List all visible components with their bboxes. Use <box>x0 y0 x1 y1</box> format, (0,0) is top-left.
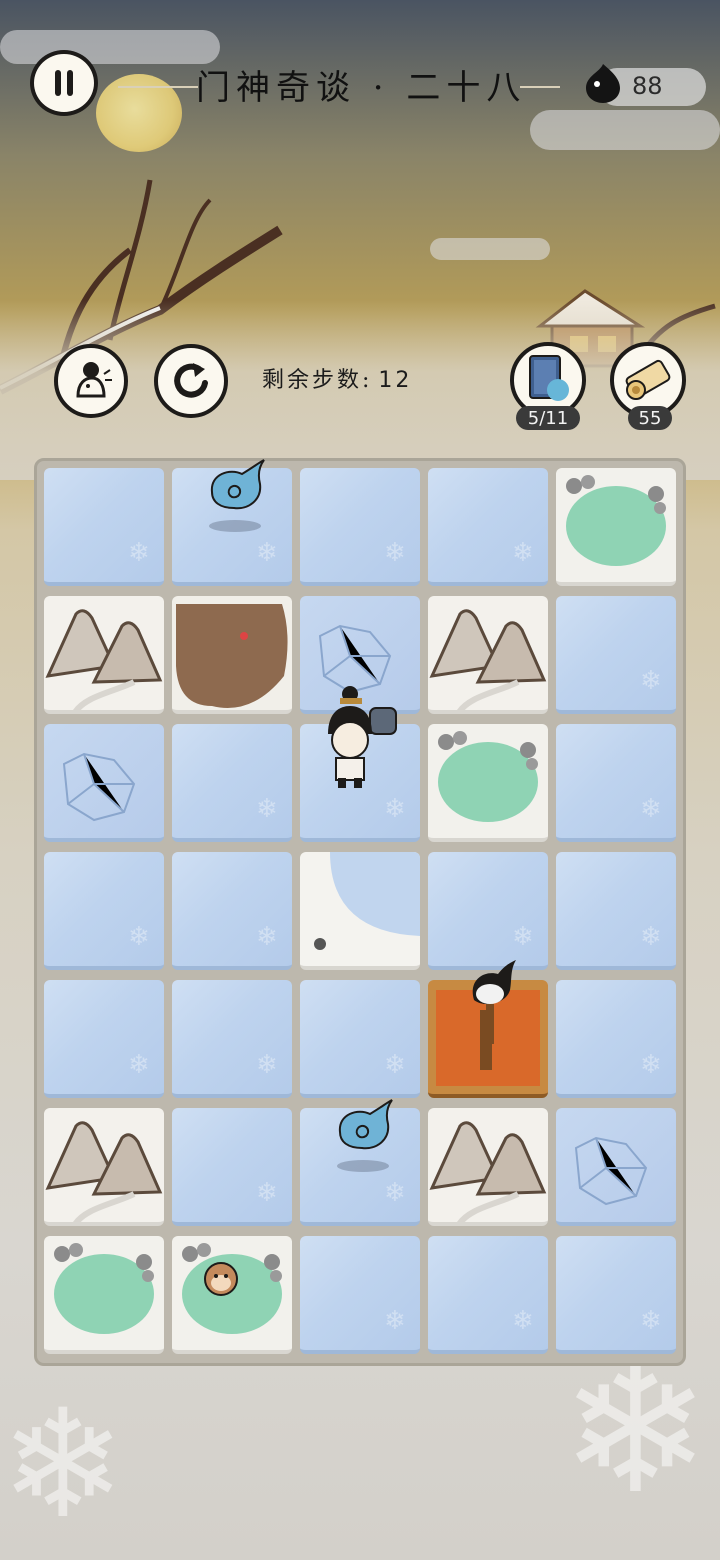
board-tile-pond[interactable] <box>428 724 548 842</box>
piece-player-doorgod[interactable] <box>318 684 402 798</box>
piece-monkey[interactable] <box>196 1254 246 1308</box>
remaining-steps: 剩余步数: 12 <box>262 362 412 394</box>
cloud <box>0 30 220 64</box>
board-tile-snow[interactable] <box>300 852 420 970</box>
board-tile-ice[interactable] <box>556 1236 676 1354</box>
board-tile-cracked-ice[interactable] <box>556 1108 676 1226</box>
board-tile-cracked-ice[interactable] <box>44 724 164 842</box>
board-tile-ice[interactable] <box>44 980 164 1098</box>
piece-ink-ghost-torch[interactable] <box>454 960 524 1054</box>
board-tile-mountain[interactable] <box>428 596 548 714</box>
scroll-count: 55 <box>628 406 672 430</box>
board-tile-ice[interactable] <box>300 980 420 1098</box>
currency-value: 88 <box>632 72 663 100</box>
cloud <box>530 110 720 150</box>
board-tile-ice[interactable] <box>428 1236 548 1354</box>
board-tile-ice[interactable] <box>172 980 292 1098</box>
board-tile-mountain[interactable] <box>44 1108 164 1226</box>
scroll-icon <box>625 359 671 400</box>
pause-button[interactable] <box>30 50 98 116</box>
ink-drop-icon <box>586 64 620 103</box>
board-tile-ice[interactable] <box>44 468 164 586</box>
board-tile-ice[interactable] <box>428 468 548 586</box>
steps-value: 12 <box>378 368 413 393</box>
pause-icon <box>55 70 73 96</box>
restart-button[interactable] <box>154 344 228 418</box>
board-tile-ice[interactable] <box>300 1236 420 1354</box>
piece-blue-spirit[interactable] <box>200 458 270 538</box>
hint-button[interactable] <box>54 344 128 418</box>
board-tile-ice[interactable] <box>556 980 676 1098</box>
board-tile-pond[interactable] <box>44 1236 164 1354</box>
level-title: 门神奇谈 · 二十八 <box>196 68 527 108</box>
board-tile-ice[interactable] <box>44 852 164 970</box>
title-divider <box>520 86 560 88</box>
board-tile-mountain[interactable] <box>44 596 164 714</box>
book-icon <box>529 355 569 401</box>
board-tile-ice[interactable] <box>172 724 292 842</box>
book-count: 5/11 <box>516 406 580 430</box>
piece-blue-spirit[interactable] <box>328 1098 398 1178</box>
board-tile-ice[interactable] <box>172 1108 292 1226</box>
snowflake-decoration: ❄ <box>0 1378 126 1552</box>
steps-label: 剩余步数: <box>262 368 373 393</box>
board-tile-ice[interactable] <box>428 852 548 970</box>
cloud <box>430 238 550 260</box>
board-tile-ice[interactable] <box>556 724 676 842</box>
board-tile-ice[interactable] <box>172 852 292 970</box>
board-tile-ice[interactable] <box>556 596 676 714</box>
title-divider <box>118 86 198 88</box>
doorgod-face-icon <box>76 362 112 398</box>
board-tile-mountain[interactable] <box>428 1108 548 1226</box>
snowflake-decoration: ❄ <box>560 1325 711 1534</box>
restart-icon <box>174 363 208 398</box>
board-tile-ice[interactable] <box>300 468 420 586</box>
board-tile-ice[interactable] <box>556 852 676 970</box>
board-tile-pond[interactable] <box>556 468 676 586</box>
board-tile-mud[interactable] <box>172 596 292 714</box>
